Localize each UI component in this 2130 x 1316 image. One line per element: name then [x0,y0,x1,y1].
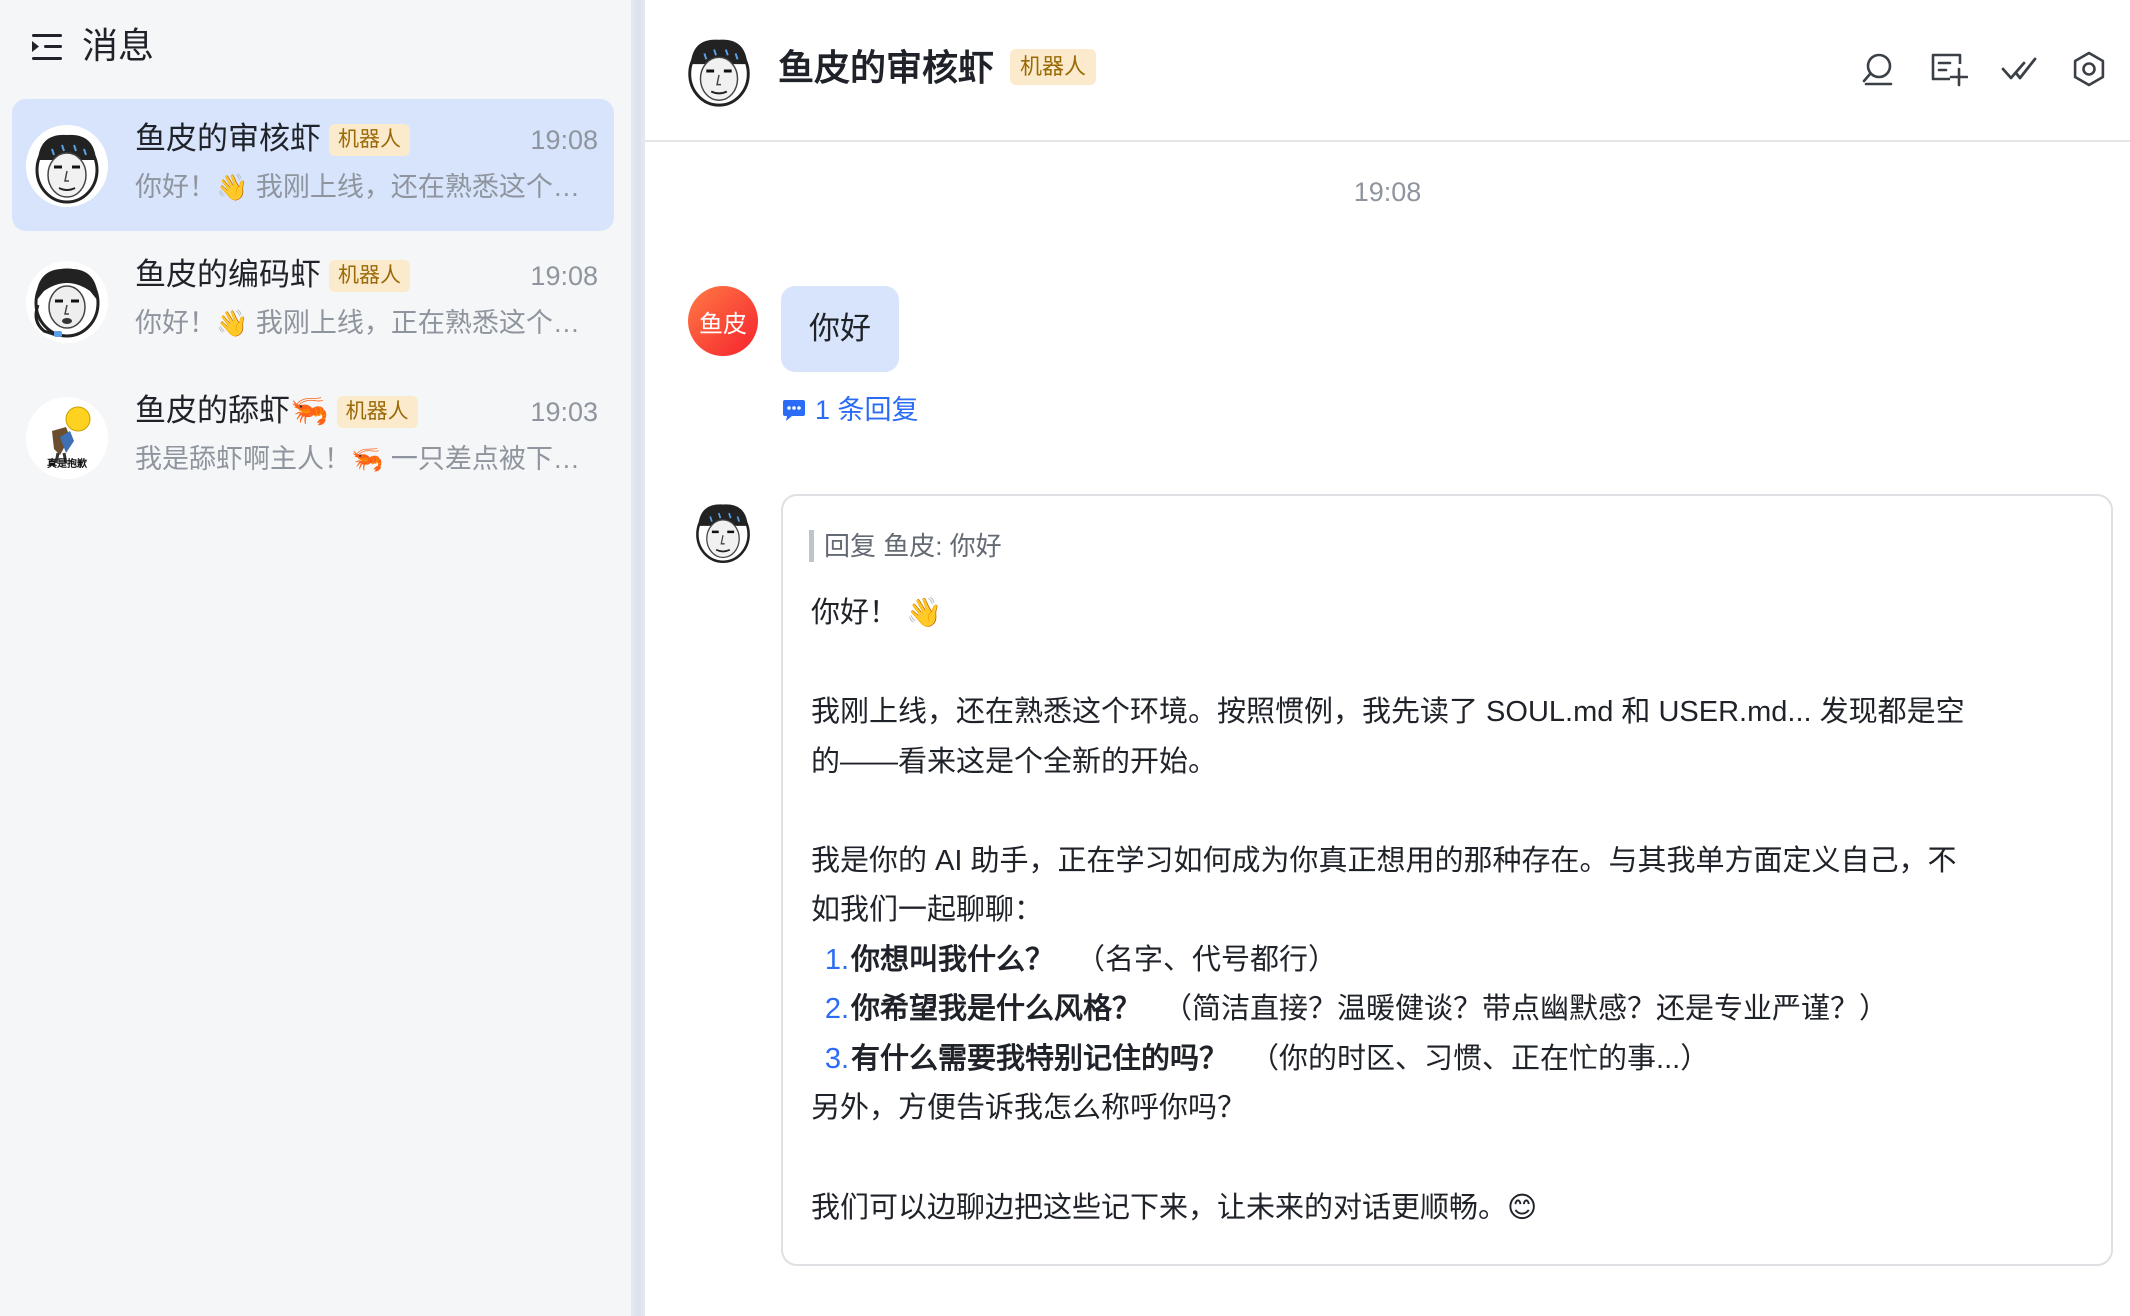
conversation-preview: 我是舔虾啊主人！🦐 一只差点被下锅的虾... [135,444,597,475]
bot-message-card[interactable]: 回复 鱼皮: 你好 你好！ 👋 我刚上线，还在熟悉这个环境。按照惯例，我先读了 … [781,494,2113,1266]
bot-message-body: 你好！ 👋 我刚上线，还在熟悉这个环境。按照惯例，我先读了 SOUL.md 和 … [811,588,2091,1234]
chat-avatar[interactable] [679,30,759,110]
conversation-time: 19:08 [530,261,598,291]
meme-face-avatar-icon [688,496,758,566]
waving-hand-icon: 👋 [216,173,249,203]
conversation-time: 19:08 [530,125,598,155]
conversation-time: 19:03 [530,397,598,427]
list-item: 1.你想叫我什么？ （名字、代号都行） [824,943,1338,976]
conversation-sidebar: 消息 鱼皮的审核虾 机器人 19:08 你好！👋 我刚上线，还在熟悉这个环境... [0,0,631,1316]
sidebar-title: 消息 [82,25,155,66]
paragraph-name-question: 另外，方便告诉我怎么称呼你吗？ [811,1092,1247,1124]
list-item: 3.有什么需要我特别记住的吗？ （你的时区、习惯、正在忙的事...） [824,1042,1710,1075]
conversation-name: 鱼皮的编码虾 机器人 [135,255,410,295]
search-button[interactable] [1855,46,1901,92]
done-check-icon [2001,57,2037,80]
bot-badge: 机器人 [1010,49,1097,85]
paragraph-assistant: 我是你的 AI 助手，正在学习如何成为你真正想用的那种存在。与其我单方面定义自己… [811,844,1957,877]
add-tab-button[interactable] [1926,46,1972,92]
chat-title: 鱼皮的审核虾 机器人 [778,44,1097,92]
conversation-preview: 你好！👋 我刚上线，还在熟悉这个环境... [135,172,597,203]
waving-hand-icon: 👋 [906,595,943,629]
list-item: 2.你希望我是什么风格？ （简洁直接？温暖健谈？带点幽默感？还是专业严谨？） [824,993,1889,1025]
avatar-caption: 真是抱歉 [47,459,87,470]
paragraph-intro: 我刚上线，还在熟悉这个环境。按照惯例，我先读了 SOUL.md 和 USER.m… [811,696,1965,728]
user-avatar[interactable]: 鱼皮 [688,286,758,356]
paragraph-closing: 我们可以边聊边把这些记下来，让未来的对话更顺畅。😊 [811,1190,1538,1224]
conversation-preview: 你好！👋 我刚上线，正在熟悉这个环境... [135,308,597,339]
user-message-bubble[interactable]: 你好 [781,286,899,372]
conversation-item-coder[interactable]: 鱼皮的编码虾 机器人 19:08 你好！👋 我刚上线，正在熟悉这个环境... [12,235,614,367]
avatar [26,125,108,207]
avatar: 真是抱歉 [26,397,108,479]
comment-icon [783,400,805,421]
conversation-name: 鱼皮的舔虾🦐 机器人 [135,391,418,431]
conversation-item-licker[interactable]: 真是抱歉 鱼皮的舔虾🦐机器人 19:03 我是舔虾啊主人！🦐 一只差点被下锅的虾… [12,371,614,503]
menu-collapse-icon[interactable] [30,31,64,63]
mark-done-button[interactable] [1996,46,2042,92]
paragraph-assistant-cont: 如我们一起聊聊： [811,894,1044,926]
greeting-line: 你好！ 👋 [811,595,943,629]
panel-resize-grip [635,0,641,1316]
bot-badge: 机器人 [336,396,418,428]
settings-button[interactable] [2066,46,2112,92]
bot-avatar[interactable] [688,496,758,566]
bot-badge: 机器人 [329,124,410,156]
meme-face-avatar-icon [26,261,108,343]
waving-hand-icon: 👋 [216,309,249,339]
message-timestamp: 19:08 [1353,177,1422,207]
bot-badge: 机器人 [329,260,410,292]
smiling-face-icon: 😊 [1507,1190,1538,1224]
meme-face-avatar-icon [26,125,108,207]
search-icon [1862,53,1893,86]
avatar [26,261,108,343]
reply-count-label: 1 条回复 [815,395,919,425]
paragraph-intro-cont: 的——看来这是个全新的开始。 [811,745,1218,778]
conversation-name: 鱼皮的审核虾 机器人 [135,119,410,159]
conversation-item-reviewer[interactable]: 鱼皮的审核虾 机器人 19:08 你好！👋 我刚上线，还在熟悉这个环境... [12,99,614,231]
add-screen-icon [1931,53,1968,87]
shrimp-icon: 🦐 [290,393,329,429]
settings-icon [2073,51,2105,87]
meme-face-avatar-icon [679,30,759,110]
chat-panel: 鱼皮的审核虾 机器人 19:08 鱼皮 你好 1 条回复 回复 鱼皮: 你好 你… [645,0,2130,1316]
reply-quote: 回复 鱼皮: 你好 [809,530,1002,562]
shrimp-icon: 🦐 [351,445,384,475]
thread-replies-link[interactable]: 1 条回复 [781,392,919,428]
sidebar-header: 消息 [0,0,631,92]
chat-header: 鱼皮的审核虾 机器人 [645,0,2130,142]
